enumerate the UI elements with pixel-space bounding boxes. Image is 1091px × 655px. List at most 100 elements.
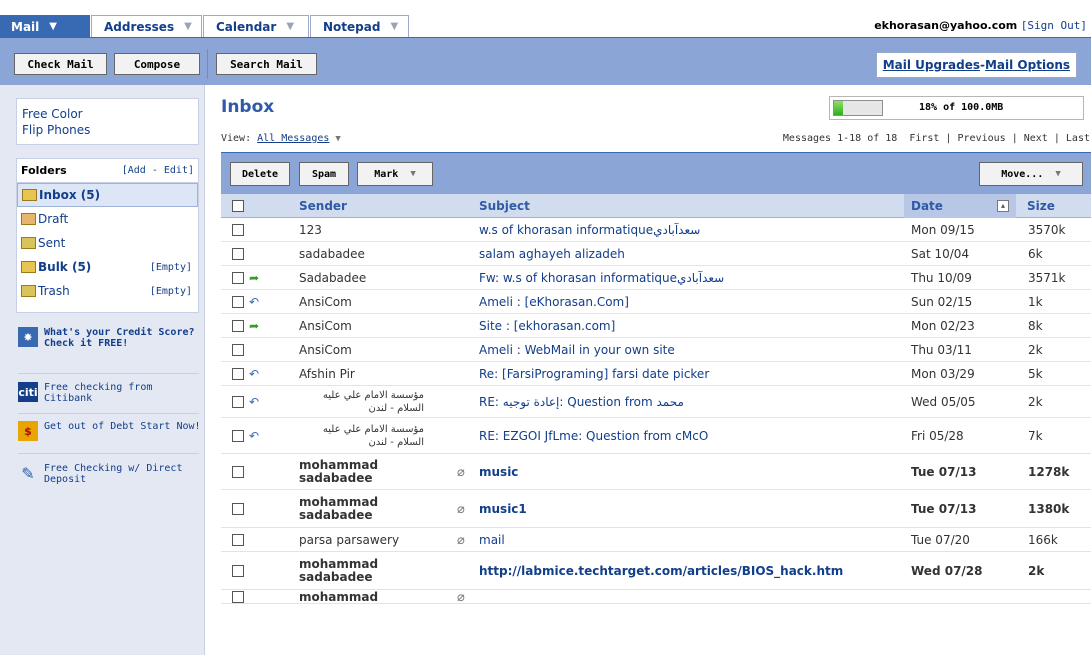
delete-button[interactable]: Delete	[230, 162, 290, 186]
folder-trash[interactable]: Trash [Empty]	[17, 279, 198, 303]
sort-icon[interactable]: ▴	[997, 200, 1009, 212]
chevron-down-icon[interactable]: ▼	[390, 21, 398, 32]
row-checkbox[interactable]	[232, 242, 244, 266]
mail-upgrades-link[interactable]: Mail Upgrades	[883, 58, 980, 72]
empty-bulk-link[interactable]: [Empty]	[150, 262, 192, 273]
compose-button[interactable]: Compose	[114, 53, 200, 75]
tab-notepad-label: Notepad	[323, 19, 381, 34]
row-checkbox[interactable]	[232, 218, 244, 242]
attachment-icon: ⌀	[457, 501, 465, 517]
folder-sent[interactable]: Sent	[17, 231, 198, 255]
table-row[interactable]: mohammad sadabadee http://labmice.techtar…	[221, 552, 1091, 590]
table-row[interactable]: ➦ Sadabadee Fw: w.s of khorasan informatiq…	[221, 266, 1091, 290]
select-all-checkbox[interactable]	[232, 200, 244, 215]
table-row[interactable]: ↶ مؤسسة الامام علي عليه السلام - لندن RE: …	[221, 418, 1091, 454]
chevron-down-icon[interactable]: ▼	[286, 21, 294, 32]
message-subject-link[interactable]: music1	[479, 490, 527, 528]
row-checkbox[interactable]	[232, 362, 244, 386]
sender-column-header[interactable]: Sender	[299, 199, 347, 213]
message-subject-link[interactable]: Ameli : [eKhorasan.Com]	[479, 290, 629, 314]
message-subject-link[interactable]: w.s of khorasan informatiqueسعدآبادي	[479, 218, 700, 242]
message-subject-link[interactable]: mail	[479, 528, 505, 552]
chevron-down-icon: ▼	[1055, 169, 1061, 179]
table-row[interactable]: ➦ AnsiCom Site : [ekhorasan.com] Mon 02/23 8…	[221, 314, 1091, 338]
mail-toolbar: Check Mail Compose Search Mail Mail Upgr…	[0, 37, 1091, 85]
table-row[interactable]: parsa parsawery ⌀ mail Tue 07/20 166k	[221, 528, 1091, 552]
table-row[interactable]: mohammad ⌀	[221, 590, 1091, 605]
sign-out-link[interactable]: [Sign Out]	[1021, 19, 1087, 32]
message-subject-link[interactable]: RE: EZGOI JfLme: Question from cMcO	[479, 418, 708, 454]
subject-column-header[interactable]: Subject	[479, 199, 530, 213]
message-subject-link[interactable]: Re: [FarsiPrograming] farsi date picker	[479, 362, 709, 386]
table-row[interactable]: ↶ مؤسسة الامام علي عليه السلام - لندن RE: …	[221, 386, 1091, 418]
message-subject-link[interactable]: Fw: w.s of khorasan informatiqueسعدآبادي	[479, 266, 724, 290]
tab-notepad[interactable]: Notepad ▼	[310, 15, 409, 37]
spam-button[interactable]: Spam	[299, 162, 349, 186]
message-subject-link[interactable]: music	[479, 454, 518, 490]
chevron-down-icon[interactable]: ▼	[335, 134, 340, 144]
row-checkbox[interactable]	[232, 454, 244, 490]
pager-previous[interactable]: Previous	[958, 133, 1006, 144]
pager-last[interactable]: Last	[1066, 133, 1090, 144]
table-row[interactable]: ↶ Afshin Pir Re: [FarsiPrograming] farsi d…	[221, 362, 1091, 386]
message-subject-link[interactable]: salam aghayeh alizadeh	[479, 242, 625, 266]
pager-first[interactable]: First	[909, 133, 939, 144]
ad-debt[interactable]: $ Get out of Debt Start Now!	[18, 421, 201, 441]
row-checkbox[interactable]	[232, 418, 244, 454]
message-subject-link[interactable]: http://labmice.techtarget.com/articles/B…	[479, 552, 843, 590]
tab-calendar[interactable]: Calendar ▼	[203, 15, 309, 37]
ad-text: What's your Credit Score? Check it FREE!	[44, 327, 195, 349]
folder-draft[interactable]: Draft	[17, 207, 198, 231]
message-subject-link[interactable]: Site : [ekhorasan.com]	[479, 314, 615, 338]
ad-citibank[interactable]: citi Free checking from Citibank	[18, 382, 201, 404]
row-checkbox[interactable]	[232, 314, 244, 338]
view-filter-dropdown[interactable]: All Messages	[257, 133, 329, 144]
replied-icon: ↶	[249, 367, 260, 381]
table-row[interactable]: mohammad sadabadee ⌀ music1 Tue 07/13 1380k	[221, 490, 1091, 528]
attachment-icon: ⌀	[457, 464, 465, 480]
table-row[interactable]: sadabadee salam aghayeh alizadeh Sat 10/04…	[221, 242, 1091, 266]
search-mail-button[interactable]: Search Mail	[216, 53, 317, 75]
row-checkbox[interactable]	[232, 528, 244, 552]
pager-next[interactable]: Next	[1024, 133, 1048, 144]
folder-bulk[interactable]: Bulk (5) [Empty]	[17, 255, 198, 279]
table-row[interactable]: AnsiCom Ameli : WebMail in your own site T…	[221, 338, 1091, 362]
folder-name: Sent	[38, 236, 66, 250]
ad-text: Get out of Debt Start Now!	[44, 421, 201, 432]
chevron-down-icon[interactable]: ▼	[184, 21, 192, 32]
ad-credit-score[interactable]: ✸ What's your Credit Score? Check it FRE…	[18, 327, 201, 349]
message-list: Sender Subject Date ▴ Size 123 w.s of kho…	[221, 194, 1091, 605]
row-checkbox[interactable]	[232, 266, 244, 290]
move-label: Move...	[1001, 168, 1044, 180]
row-checkbox[interactable]	[232, 386, 244, 418]
mark-dropdown[interactable]: Mark ▼	[357, 162, 433, 186]
message-subject-link[interactable]: RE: إعادة توجيه: Question from محمد	[479, 386, 684, 418]
table-row[interactable]: ↶ AnsiCom Ameli : [eKhorasan.Com] Sun 02/15…	[221, 290, 1091, 314]
phone-promo-link[interactable]: Free Color Flip Phones	[16, 98, 199, 145]
chevron-down-icon[interactable]: ▼	[49, 21, 57, 32]
table-row[interactable]: 123 w.s of khorasan informatiqueسعدآبادي M…	[221, 218, 1091, 242]
row-checkbox[interactable]	[232, 590, 244, 604]
tab-addresses[interactable]: Addresses ▼	[91, 15, 202, 37]
move-dropdown[interactable]: Move... ▼	[979, 162, 1083, 186]
row-checkbox[interactable]	[232, 552, 244, 590]
table-row[interactable]: mohammad sadabadee ⌀ music Tue 07/13 1278k	[221, 454, 1091, 490]
row-checkbox[interactable]	[232, 290, 244, 314]
check-mail-button[interactable]: Check Mail	[14, 53, 107, 75]
replied-icon: ↶	[249, 429, 260, 443]
mail-options-link[interactable]: Mail Options	[985, 58, 1070, 72]
folders-add-edit-link[interactable]: [Add - Edit]	[122, 165, 194, 176]
empty-trash-link[interactable]: [Empty]	[150, 286, 192, 297]
folder-inbox[interactable]: Inbox (5)	[17, 183, 198, 207]
message-sender: mohammad sadabadee	[299, 458, 379, 485]
date-column-header[interactable]: Date	[911, 199, 943, 213]
trash-folder-icon	[21, 285, 36, 297]
message-sender: 123	[299, 222, 322, 237]
message-subject-link[interactable]: Ameli : WebMail in your own site	[479, 338, 675, 362]
row-checkbox[interactable]	[232, 338, 244, 362]
tab-mail[interactable]: Mail ▼	[0, 15, 90, 37]
message-size: 3571k	[1028, 271, 1066, 285]
size-column-header[interactable]: Size	[1027, 199, 1055, 213]
ad-direct-deposit[interactable]: ✎ Free Checking w/ Direct Deposit	[18, 463, 201, 485]
row-checkbox[interactable]	[232, 490, 244, 528]
